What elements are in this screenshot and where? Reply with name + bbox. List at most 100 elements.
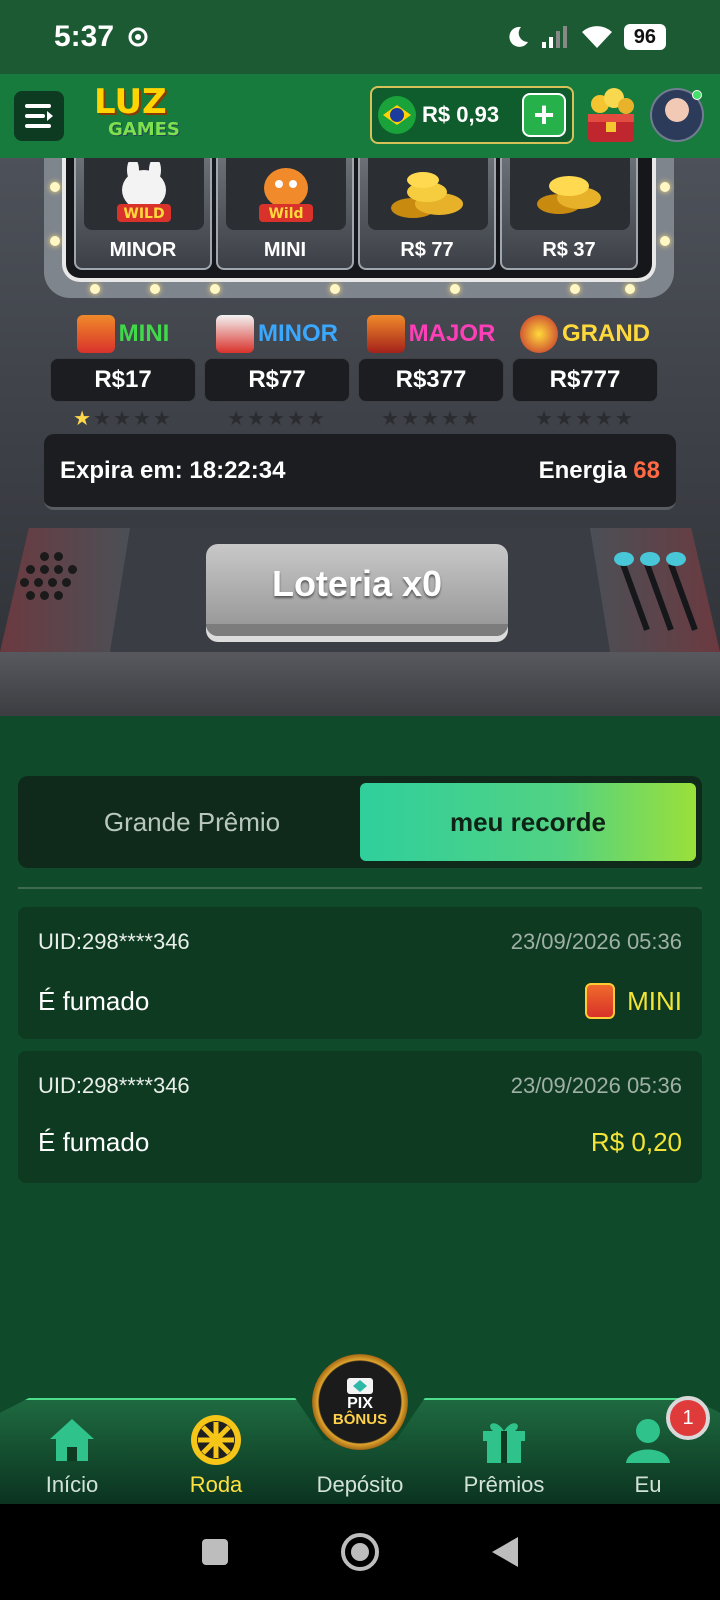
- light-bulb: [660, 236, 670, 246]
- menu-icon: [25, 104, 53, 128]
- jackpot-stars: ★★★★★: [512, 406, 658, 431]
- light-bulb: [450, 284, 460, 294]
- record-tabs: Grande Prêmio meu recorde: [18, 776, 702, 868]
- svg-text:Wild: Wild: [268, 206, 303, 222]
- nav-label: Prêmios: [463, 1472, 545, 1497]
- jackpot-mini: MINI R$17 ★★★★★: [50, 312, 196, 431]
- record-prize-text: R$ 0,20: [590, 1127, 682, 1157]
- jackpot-name: MINOR: [258, 320, 338, 347]
- light-bulb: [570, 284, 580, 294]
- tab-grand-prize[interactable]: Grande Prêmio: [24, 783, 360, 861]
- record-item: UID:298****346 23/09/2026 05:36 É fumado…: [18, 1051, 702, 1183]
- star-icon: ★: [93, 408, 114, 430]
- home-icon: [50, 1419, 94, 1461]
- jackpot-amount: R$377: [358, 358, 504, 402]
- light-bulb: [50, 182, 60, 192]
- light-bulb: [625, 284, 635, 294]
- reel-screen: WILD MINOR Wild MINI R$ 77 R$ 37: [62, 158, 656, 282]
- balance-value: R$ 0,93: [422, 102, 500, 127]
- star-icon: ★: [440, 408, 461, 430]
- add-funds-button[interactable]: +: [522, 93, 566, 137]
- light-bulb: [90, 284, 100, 294]
- reel-label: R$ 37: [542, 239, 596, 261]
- slot-machine: WILD MINOR Wild MINI R$ 77 R$ 37 MINI R$…: [0, 158, 720, 716]
- back-icon[interactable]: [490, 1535, 520, 1569]
- reel-4: R$ 37: [500, 158, 638, 270]
- jackpot-name: GRAND: [562, 320, 650, 347]
- reel-frame: WILD MINOR Wild MINI R$ 77 R$ 37: [44, 158, 674, 298]
- wifi-icon: [581, 26, 612, 48]
- record-uid: UID:298****346: [38, 929, 190, 954]
- brazil-flag-icon: [378, 96, 416, 134]
- energy-value: 68: [633, 456, 660, 484]
- jackpot-amount: R$77: [204, 358, 350, 402]
- energy-display: Energia 68: [539, 457, 660, 485]
- svg-text:WILD: WILD: [123, 206, 164, 222]
- user-avatar[interactable]: [650, 88, 704, 142]
- online-indicator: [692, 90, 702, 100]
- treasure-chest-icon[interactable]: [582, 84, 640, 146]
- gold-coins-icon: [537, 176, 601, 214]
- star-icon: ★: [247, 408, 268, 430]
- status-bar: 5:37 96: [0, 0, 720, 74]
- rabbit-wild-icon: [216, 315, 254, 353]
- clock: 5:37: [54, 20, 115, 53]
- light-bulb: [330, 284, 340, 294]
- recent-apps-icon[interactable]: [200, 1537, 230, 1567]
- chrome-icon: [128, 27, 148, 47]
- nav-label: Roda: [189, 1472, 243, 1497]
- jackpot-list: MINI R$17 ★★★★★ MINOR R$77 ★★★★★ MAJOR R…: [50, 312, 670, 432]
- wild-rabbit-icon: WILD: [117, 162, 171, 222]
- pix-bonus-button[interactable]: PIX BÔNUS: [312, 1354, 408, 1450]
- tab-my-record[interactable]: meu recorde: [360, 783, 696, 861]
- record-item: UID:298****346 23/09/2026 05:36 É fumado…: [18, 907, 702, 1039]
- speaker-grille: [18, 552, 78, 612]
- star-icon: ★: [113, 408, 133, 430]
- battery-indicator: 96: [623, 24, 666, 50]
- star-icon: ★: [421, 408, 441, 430]
- nav-wheel[interactable]: Roda: [156, 1412, 276, 1504]
- reel-label: MINOR: [109, 239, 177, 261]
- nav-label: Depósito: [316, 1472, 404, 1497]
- lottery-button[interactable]: Loteria x0: [206, 544, 508, 636]
- star-icon: ★: [381, 408, 402, 430]
- gold-coins-icon: [391, 172, 463, 218]
- star-icon: ★: [555, 408, 576, 430]
- menu-button[interactable]: [14, 91, 64, 141]
- reel-label: MINI: [263, 239, 307, 261]
- nav-home[interactable]: Início: [12, 1412, 132, 1504]
- expiry-label: Expira em: 18:22:34: [60, 456, 286, 484]
- record-date: 23/09/2026 05:36: [510, 1073, 682, 1098]
- star-icon: ★: [286, 408, 307, 430]
- info-bar: Expira em: 18:22:34 Energia 68: [44, 434, 676, 510]
- jackpot-stars: ★★★★★: [204, 406, 350, 431]
- jackpot-stars: ★★★★★: [50, 406, 196, 431]
- app-logo[interactable]: LUZ GAMES: [94, 85, 180, 144]
- tiger-wild-icon: [366, 315, 405, 353]
- record-prize: R$ 0,20: [591, 1127, 682, 1158]
- moon-icon: [509, 26, 528, 47]
- light-bulb: [210, 284, 220, 294]
- light-bulb: [50, 236, 60, 246]
- home-circle-icon[interactable]: [340, 1532, 380, 1572]
- jackpot-name: MINI: [118, 320, 170, 347]
- nav-prizes[interactable]: Prêmios: [444, 1412, 564, 1504]
- star-icon: ★: [152, 408, 173, 430]
- grand-win-icon: [520, 315, 558, 353]
- jackpot-amount: R$777: [512, 358, 658, 402]
- pix-bonus-icon: [347, 1378, 373, 1394]
- app-header: LUZ GAMES R$ 0,93 +: [0, 74, 720, 158]
- wild-dragon-icon: Wild: [259, 168, 313, 222]
- star-icon: ★: [132, 408, 153, 430]
- jackpot-major: MAJOR R$377 ★★★★★: [358, 312, 504, 431]
- nav-label: Início: [45, 1472, 99, 1497]
- energy-label: Energia: [538, 456, 627, 484]
- gift-icon: [483, 1423, 525, 1463]
- jackpot-stars: ★★★★★: [358, 406, 504, 431]
- jackpot-minor: MINOR R$77 ★★★★★: [204, 312, 350, 431]
- jackpot-name: MAJOR: [408, 320, 496, 347]
- star-icon: ★: [401, 408, 422, 430]
- star-icon: ★: [535, 408, 556, 430]
- star-icon: ★: [73, 408, 94, 430]
- star-icon: ★: [460, 408, 481, 430]
